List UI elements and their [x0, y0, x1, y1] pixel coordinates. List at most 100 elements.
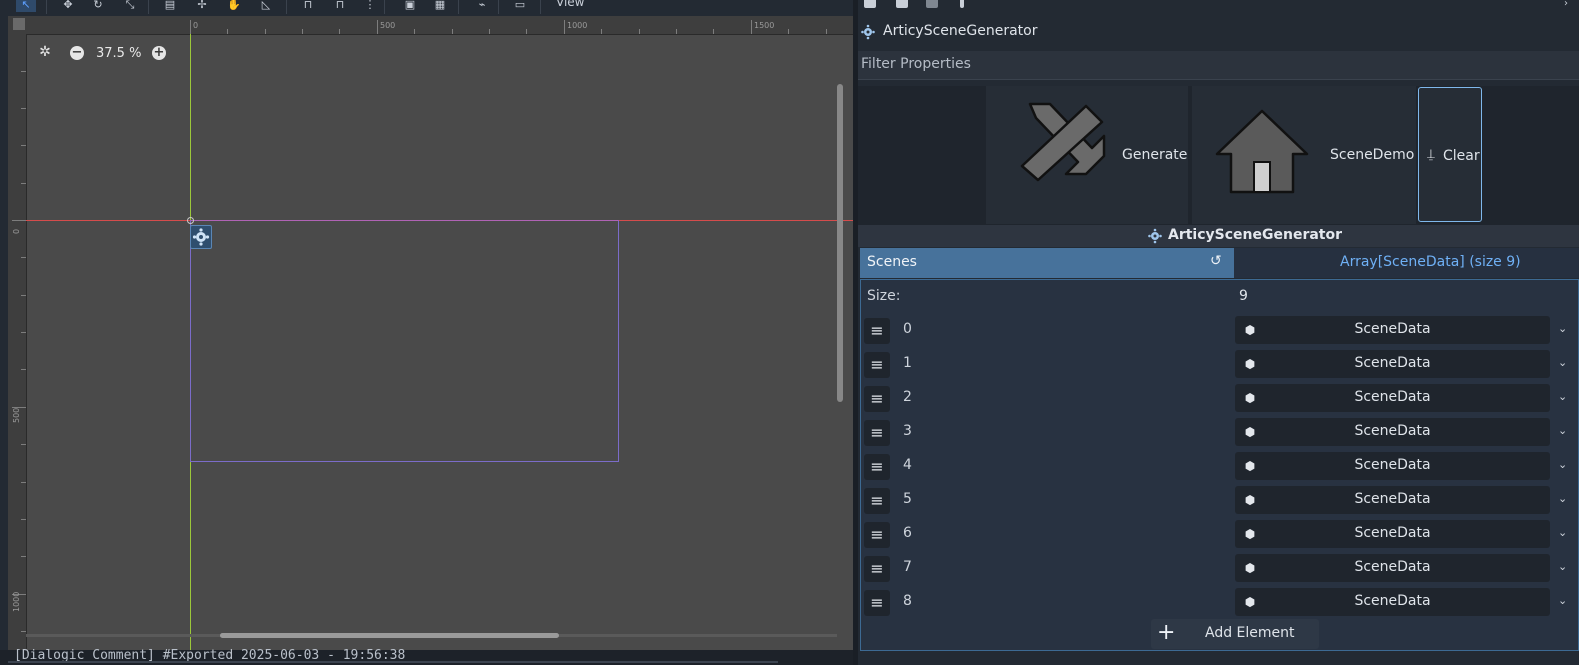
bone-icon[interactable]: ⌁ — [472, 0, 492, 12]
clear-button[interactable]: ⍊ Clear — [1418, 87, 1482, 222]
array-item: ≡ 2 ⬢ SceneData ⌄ — [861, 382, 1579, 414]
vertical-scrollbar[interactable] — [837, 84, 843, 402]
add-element-button[interactable]: + Add Element — [1151, 619, 1319, 649]
more-options-icon[interactable] — [960, 0, 964, 8]
chevron-down-icon[interactable]: ⌄ — [1558, 526, 1567, 539]
object-header[interactable]: ArticySceneGenerator — [858, 18, 1579, 46]
scene-demo-label: SceneDemo — [1330, 147, 1415, 163]
more-options-icon[interactable]: ⋮ — [360, 0, 380, 12]
group-icon[interactable]: ▦ — [430, 0, 450, 12]
resource-picker[interactable]: ⬢ SceneData — [1235, 520, 1550, 548]
property-name-cell[interactable]: Scenes ↺ — [860, 248, 1234, 278]
add-element-label: Add Element — [1205, 625, 1295, 641]
filter-placeholder: Filter Properties — [861, 56, 971, 72]
zoom-level[interactable]: 37.5 % — [96, 46, 141, 61]
plus-icon: + — [1157, 620, 1176, 645]
array-item: ≡ 0 ⬢ SceneData ⌄ — [861, 314, 1579, 346]
resource-type: SceneData — [1354, 423, 1431, 439]
drag-handle-icon[interactable]: ≡ — [864, 420, 890, 446]
drag-handle-icon[interactable]: ≡ — [864, 488, 890, 514]
drag-handle-icon[interactable]: ≡ — [864, 556, 890, 582]
chevron-down-icon[interactable]: ⌄ — [1558, 594, 1567, 607]
array-item: ≡ 8 ⬢ SceneData ⌄ — [861, 586, 1579, 618]
item-index: 0 — [903, 321, 912, 337]
view-menu[interactable]: View — [556, 0, 584, 9]
scenes-property[interactable]: Scenes ↺ Array[SceneData] (size 9) — [858, 248, 1579, 278]
array-summary-button[interactable]: Array[SceneData] (size 9) — [1234, 248, 1579, 278]
chevron-down-icon[interactable]: ⌄ — [1558, 390, 1567, 403]
array-item: ≡ 6 ⬢ SceneData ⌄ — [861, 518, 1579, 550]
chevron-down-icon[interactable]: ⌄ — [1558, 560, 1567, 573]
resource-type: SceneData — [1354, 321, 1431, 337]
resource-picker[interactable]: ⬢ SceneData — [1235, 452, 1550, 480]
filter-properties-input[interactable]: Filter Properties — [858, 51, 1579, 80]
snap-icon[interactable]: ⊓ — [298, 0, 318, 12]
zoom-controls: ✲ − 37.5 % + — [38, 44, 178, 64]
generate-button[interactable]: Generate — [986, 86, 1188, 224]
ruler-label: 1500 — [754, 21, 775, 30]
viewport-frame — [190, 220, 619, 462]
revert-icon[interactable]: ↺ — [1210, 254, 1224, 268]
resource-picker[interactable]: ⬢ SceneData — [1235, 350, 1550, 378]
drag-handle-icon[interactable]: ≡ — [864, 522, 890, 548]
save-resource-icon[interactable] — [926, 0, 938, 8]
section-header[interactable]: ArticySceneGenerator — [858, 225, 1579, 247]
ruler-mode-icon[interactable]: ◺ — [256, 0, 276, 12]
size-spinbox[interactable]: 9 — [1239, 288, 1248, 304]
scale-mode-icon[interactable]: ⤡ — [120, 0, 140, 12]
select-mode-icon[interactable]: ↖ — [16, 0, 36, 12]
zoom-in-icon[interactable]: + — [152, 46, 166, 60]
canvas-viewport[interactable]: 0 500 1000 1500 0 500 1000 ✲ − 37.5 % + — [8, 16, 853, 650]
chevron-down-icon[interactable]: ⌄ — [1558, 356, 1567, 369]
toolbar-separator — [540, 0, 541, 14]
new-resource-icon[interactable] — [864, 0, 876, 8]
chevron-down-icon[interactable]: ⌄ — [1558, 424, 1567, 437]
pan-mode-icon[interactable]: ✋ — [224, 0, 244, 12]
camera-icon[interactable]: ▭ — [510, 0, 530, 12]
item-index: 7 — [903, 559, 912, 575]
property-label: Scenes — [867, 254, 917, 270]
item-index: 8 — [903, 593, 912, 609]
drag-handle-icon[interactable]: ≡ — [864, 318, 890, 344]
ruler-vertical: 0 500 1000 — [8, 34, 27, 650]
horizontal-scrollbar[interactable] — [220, 633, 559, 638]
chevron-icon[interactable]: › — [1564, 0, 1572, 9]
array-item: ≡ 3 ⬢ SceneData ⌄ — [861, 416, 1579, 448]
resource-picker[interactable]: ⬢ SceneData — [1235, 316, 1550, 344]
ruler-label: 0 — [193, 21, 199, 30]
resource-picker[interactable]: ⬢ SceneData — [1235, 486, 1550, 514]
chevron-down-icon[interactable]: ⌄ — [1558, 322, 1567, 335]
viewport-toolbar: ↖ ✥ ↻ ⤡ ▤ ✢ ✋ ◺ ⊓ ⊓ ⋮ ▣ ▦ ⌁ ▭ View — [0, 0, 853, 16]
zoom-out-icon[interactable]: − — [70, 46, 84, 60]
grid-snap-icon[interactable]: ⊓ — [330, 0, 350, 12]
pivot-icon[interactable]: ✢ — [192, 0, 212, 12]
scene-demo-button[interactable]: SceneDemo — [1192, 86, 1416, 224]
rotate-mode-icon[interactable]: ↻ — [88, 0, 108, 12]
ruler-corner — [13, 18, 25, 30]
center-view-icon[interactable]: ✲ — [38, 45, 52, 60]
ruler-label: 500 — [380, 21, 396, 30]
ruler-label: 1000 — [567, 21, 588, 30]
resource-picker[interactable]: ⬢ SceneData — [1235, 554, 1550, 582]
drag-handle-icon[interactable]: ≡ — [864, 386, 890, 412]
drag-handle-icon[interactable]: ≡ — [864, 352, 890, 378]
chevron-down-icon[interactable]: ⌄ — [1558, 458, 1567, 471]
script-node-icon — [1148, 228, 1162, 244]
resource-picker[interactable]: ⬢ SceneData — [1235, 384, 1550, 412]
drag-handle-icon[interactable]: ≡ — [864, 454, 890, 480]
drag-handle-icon[interactable]: ≡ — [864, 590, 890, 616]
open-resource-icon[interactable] — [896, 0, 908, 8]
resource-picker[interactable]: ⬢ SceneData — [1235, 588, 1550, 616]
toolbar-separator — [286, 0, 287, 14]
broom-icon: ⍊ — [1427, 147, 1435, 162]
move-mode-icon[interactable]: ✥ — [58, 0, 78, 12]
list-select-icon[interactable]: ▤ — [160, 0, 180, 12]
script-node-icon — [861, 24, 875, 40]
scene-node-icon[interactable] — [190, 225, 212, 249]
item-index: 1 — [903, 355, 912, 371]
output-scrollbar[interactable] — [8, 661, 778, 663]
lock-icon[interactable]: ▣ — [400, 0, 420, 12]
chevron-down-icon[interactable]: ⌄ — [1558, 492, 1567, 505]
section-title: ArticySceneGenerator — [1168, 227, 1343, 243]
resource-picker[interactable]: ⬢ SceneData — [1235, 418, 1550, 446]
